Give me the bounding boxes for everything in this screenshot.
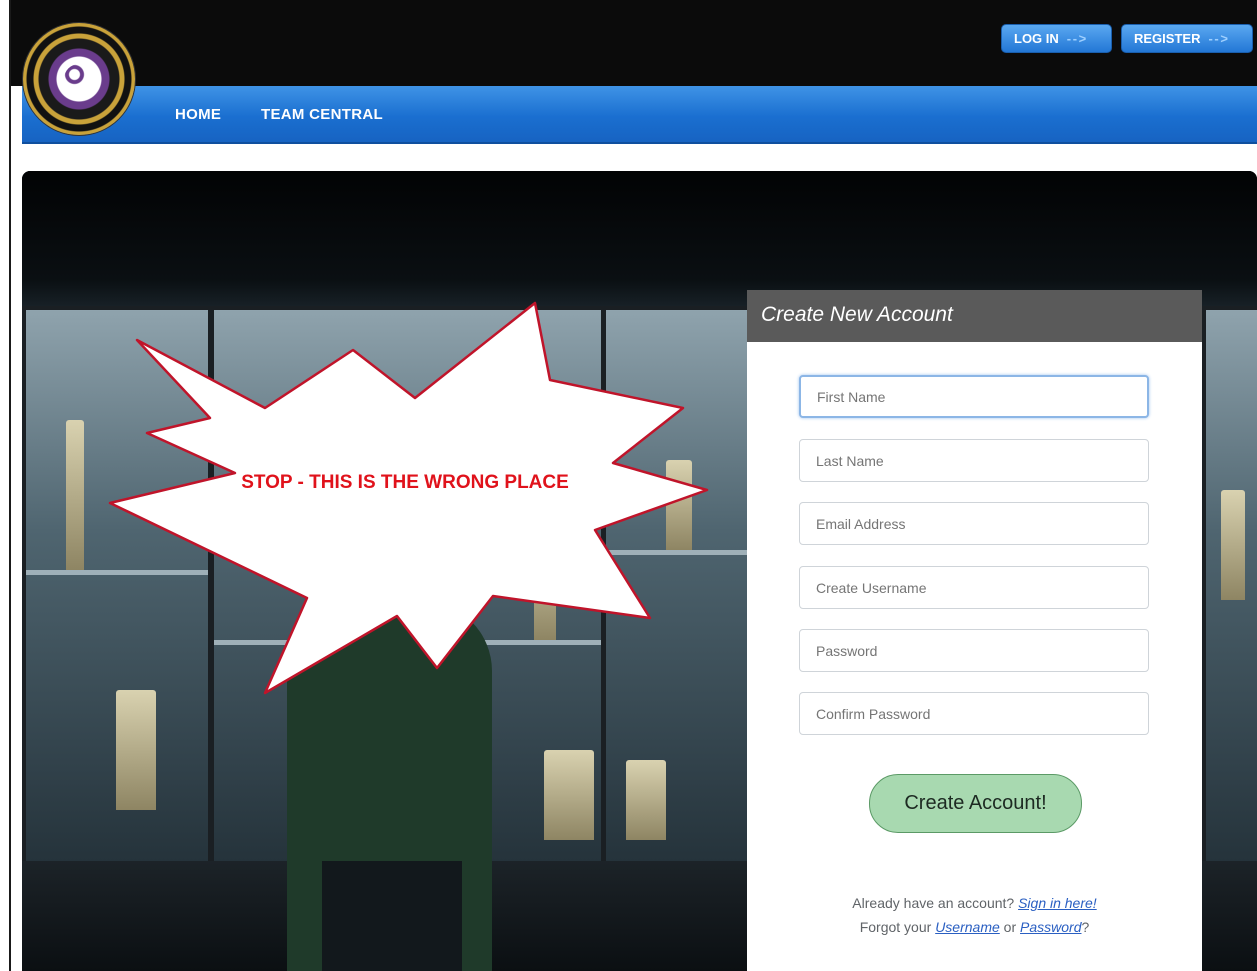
last-name-field[interactable] <box>799 439 1149 482</box>
arrow-right-icon: - - > <box>1208 31 1228 46</box>
signin-prompt: Already have an account? <box>852 895 1015 911</box>
trophy <box>116 690 156 810</box>
page-border <box>9 0 11 971</box>
hero-ceiling <box>22 171 1257 306</box>
trophy <box>66 420 84 570</box>
signin-line: Already have an account? Sign in here! <box>747 895 1202 911</box>
login-button[interactable]: LOG IN - - > <box>1001 24 1112 53</box>
panel-title: Create New Account <box>761 303 953 326</box>
register-button[interactable]: REGISTER - - > <box>1121 24 1253 53</box>
forgot-prefix: Forgot your <box>859 919 932 935</box>
trophy <box>626 760 666 840</box>
forgot-password-link[interactable]: Password <box>1020 919 1081 935</box>
signin-link[interactable]: Sign in here! <box>1018 895 1097 911</box>
confirm-password-field[interactable] <box>799 692 1149 735</box>
person-legs <box>322 861 462 971</box>
trophy-case <box>1202 306 1257 866</box>
forgot-line: Forgot your Username or Password? <box>747 919 1202 935</box>
forgot-username-link[interactable]: Username <box>935 919 1000 935</box>
association-seal-icon[interactable] <box>23 23 135 135</box>
arrow-right-icon: - - > <box>1066 31 1087 46</box>
register-label: REGISTER <box>1134 31 1201 46</box>
login-label: LOG IN <box>1014 31 1059 46</box>
page: HOME TEAM CENTRAL LOG IN - - > REGISTER … <box>0 0 1257 971</box>
create-account-button[interactable]: Create Account! <box>869 774 1082 833</box>
soccer-ball-icon <box>64 64 94 94</box>
nav-team-central[interactable]: TEAM CENTRAL <box>261 106 383 123</box>
email-field[interactable] <box>799 502 1149 545</box>
create-account-panel: Create New Account Create Account! Alrea… <box>747 290 1202 971</box>
username-field[interactable] <box>799 566 1149 609</box>
first-name-field[interactable] <box>799 375 1149 418</box>
trophy <box>1221 490 1245 600</box>
password-field[interactable] <box>799 629 1149 672</box>
warning-text: STOP - THIS IS THE WRONG PLACE <box>241 472 569 493</box>
trophy <box>544 750 594 840</box>
forgot-suffix: ? <box>1081 919 1090 935</box>
panel-header: Create New Account <box>747 290 1202 342</box>
starburst-callout-icon <box>108 301 709 695</box>
forgot-or: or <box>1003 919 1017 935</box>
nav-home[interactable]: HOME <box>175 106 221 123</box>
